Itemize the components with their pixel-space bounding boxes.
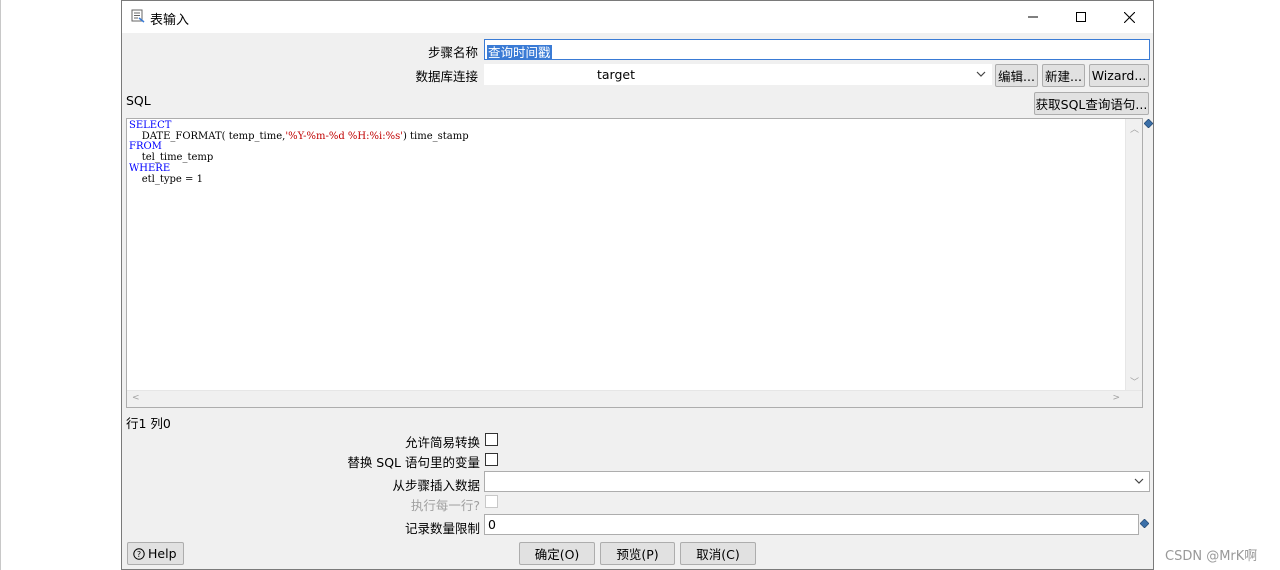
- new-connection-button[interactable]: 新建...: [1042, 64, 1085, 87]
- db-connection-value: target: [597, 67, 636, 82]
- cancel-button[interactable]: 取消(C): [680, 542, 756, 565]
- preview-button[interactable]: 预览(P): [600, 542, 675, 565]
- scroll-left-icon: <: [132, 393, 140, 403]
- sql-line: DATE_FORMAT( temp_time,'%Y-%m-%d %H:%i:%…: [129, 130, 469, 142]
- sql-keyword: FROM: [129, 141, 162, 153]
- variable-diamond-icon: [1140, 519, 1149, 528]
- insert-from-step-select[interactable]: [484, 471, 1150, 492]
- close-icon: [1123, 11, 1135, 23]
- vertical-scrollbar[interactable]: ︿ ﹀: [1125, 119, 1142, 391]
- execute-each-row-label: 执行每一行?: [410, 498, 480, 513]
- sql-keyword: WHERE: [129, 162, 171, 174]
- close-button[interactable]: [1106, 1, 1152, 33]
- help-button[interactable]: ? Help: [127, 542, 184, 565]
- sql-line: WHERE: [129, 162, 469, 175]
- chevron-down-icon: [1134, 478, 1144, 484]
- replace-vars-label: 替换 SQL 语句里的变量: [347, 455, 480, 470]
- sql-code: SELECT DATE_FORMAT( temp_time,'%Y-%m-%d …: [129, 120, 469, 185]
- table-input-icon: [131, 9, 145, 23]
- replace-vars-checkbox[interactable]: [485, 453, 498, 466]
- window-title: 表输入: [150, 13, 190, 28]
- scroll-up-icon: ︿: [1130, 125, 1140, 135]
- variable-diamond-icon: [1144, 119, 1153, 128]
- edit-connection-button[interactable]: 编辑...: [995, 64, 1038, 87]
- step-name-label: 步骤名称: [427, 45, 478, 60]
- scroll-down-icon: ﹀: [1130, 378, 1140, 388]
- help-label: Help: [148, 546, 177, 561]
- help-icon: ?: [133, 547, 145, 560]
- sql-editor[interactable]: SELECT DATE_FORMAT( temp_time,'%Y-%m-%d …: [126, 118, 1143, 408]
- sql-line: tel_time_temp: [129, 152, 214, 164]
- watermark: CSDN @MrK啊: [1165, 549, 1258, 564]
- maximize-button[interactable]: [1058, 1, 1104, 33]
- insert-from-step-label: 从步骤插入数据: [392, 478, 480, 493]
- cursor-position: 行1 列0: [126, 416, 171, 431]
- limit-input[interactable]: 0: [484, 514, 1139, 535]
- execute-each-row-checkbox: [485, 495, 498, 508]
- chevron-down-icon: [976, 71, 986, 77]
- scroll-right-icon: >: [1112, 393, 1120, 403]
- title-bar: 表输入: [122, 1, 1153, 33]
- horizontal-scrollbar[interactable]: < >: [127, 390, 1142, 407]
- sql-label: SQL: [126, 93, 151, 108]
- ok-button[interactable]: 确定(O): [519, 542, 595, 565]
- minimize-icon: [1028, 16, 1038, 18]
- minimize-button[interactable]: [1010, 1, 1056, 33]
- lazy-convert-checkbox[interactable]: [485, 433, 498, 446]
- get-sql-button[interactable]: 获取SQL查询语句...: [1034, 92, 1149, 115]
- sql-line: etl_type = 1: [129, 173, 203, 185]
- sql-keyword: SELECT: [129, 120, 172, 131]
- lazy-convert-label: 允许简易转换: [404, 435, 480, 450]
- svg-text:?: ?: [137, 550, 141, 559]
- wizard-button[interactable]: Wizard...: [1089, 64, 1149, 87]
- background-edge: [0, 0, 1, 570]
- step-name-value: 查询时间戳: [487, 45, 552, 60]
- step-name-input[interactable]: 查询时间戳: [484, 39, 1150, 60]
- db-connection-label: 数据库连接: [415, 69, 478, 84]
- sql-string: '%Y-%m-%d %H:%i:%s': [285, 130, 403, 142]
- table-input-dialog: 表输入 步骤名称 查询时间戳 数据库连接 target 编辑... 新建... …: [121, 0, 1154, 570]
- db-connection-select[interactable]: target: [484, 64, 992, 85]
- maximize-icon: [1076, 12, 1086, 22]
- limit-value: 0: [488, 517, 496, 532]
- limit-label: 记录数量限制: [404, 521, 480, 536]
